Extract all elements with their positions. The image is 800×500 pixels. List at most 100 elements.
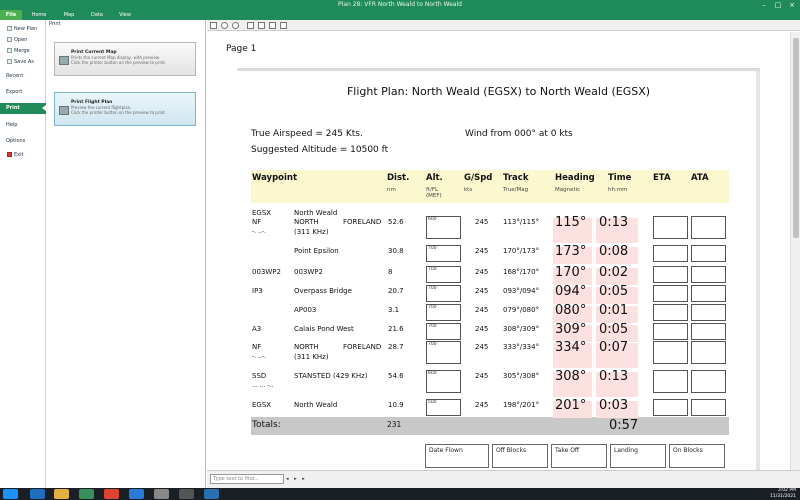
exit-icon <box>7 152 12 157</box>
eta-input-box[interactable] <box>653 341 688 364</box>
col-alt-unit: ft/FL (MEF) <box>426 187 442 199</box>
ie-icon[interactable] <box>30 489 45 499</box>
altitude-input-box[interactable]: 700 <box>426 304 461 321</box>
eta-input-box[interactable] <box>653 370 688 393</box>
time-value: 0:07 <box>599 340 629 355</box>
app-icon[interactable] <box>154 489 169 499</box>
waypoint-id: IP3 <box>252 287 263 295</box>
four-pages-icon[interactable] <box>269 22 276 29</box>
tab-home[interactable]: Home <box>28 10 50 20</box>
close-icon[interactable]: × <box>785 0 799 10</box>
eta-input-box[interactable] <box>653 216 688 239</box>
tab-file[interactable]: File <box>0 10 22 20</box>
sidebar-item-merge[interactable]: Merge <box>0 46 46 57</box>
altitude-input-box[interactable]: 700 <box>426 341 461 364</box>
scrollbar-thumb[interactable] <box>793 38 799 238</box>
groundspeed-value: 245 <box>475 306 489 314</box>
find-navigation-buttons[interactable]: ◂ ▸ ▸ <box>286 474 307 484</box>
altitude-input-box[interactable]: 600 <box>426 216 461 239</box>
waypoint-id: NF <box>252 343 262 351</box>
altitude-input-box[interactable]: 700 <box>426 266 461 283</box>
print-current-map-button[interactable]: Print Current Map Prints the current Map… <box>54 42 196 76</box>
preview-toolbar <box>207 20 800 31</box>
col-time: Time <box>608 173 632 183</box>
tab-view[interactable]: View <box>114 10 136 20</box>
single-page-icon[interactable] <box>247 22 254 29</box>
vertical-scrollbar[interactable] <box>790 32 800 470</box>
heading-value: 201° <box>555 398 587 413</box>
time-value: 0:08 <box>599 244 629 259</box>
sidebar-item-export[interactable]: Export <box>0 87 46 98</box>
tab-data[interactable]: Data <box>86 10 108 20</box>
take-off-box: Take Off <box>551 444 607 468</box>
eta-input-box[interactable] <box>653 323 688 340</box>
eta-input-box[interactable] <box>653 266 688 283</box>
print-panel-heading: Print <box>49 21 61 27</box>
zoom-out-icon[interactable] <box>232 22 239 29</box>
col-track: Track <box>503 173 529 183</box>
zoom-in-icon[interactable] <box>221 22 228 29</box>
heading-value: 080° <box>555 303 587 318</box>
app-icon[interactable] <box>179 489 194 499</box>
sidebar-item-print[interactable]: Print <box>0 103 46 114</box>
waypoint-name: North Weald <box>294 401 338 409</box>
waypoint-id: EGSX <box>252 401 272 409</box>
totals-distance: 231 <box>387 420 402 429</box>
merge-icon <box>7 48 12 53</box>
print-current-map-description: Prints the current Map display, with pre… <box>71 55 166 65</box>
two-pages-icon[interactable] <box>258 22 265 29</box>
eta-input-box[interactable] <box>653 304 688 321</box>
minimize-icon[interactable]: – <box>757 0 771 10</box>
origin-id: EGSX <box>252 209 272 217</box>
waypoint-name: Point Epsilon <box>294 247 339 255</box>
ata-input-box[interactable] <box>691 370 726 393</box>
waypoint-name: AP003 <box>294 306 317 314</box>
waypoint-name: NORTH <box>294 218 319 226</box>
altitude-value: 500 <box>428 400 437 405</box>
altitude-input-box[interactable]: 700 <box>426 285 461 302</box>
page-label: Page 1 <box>226 44 257 54</box>
sidebar-item-help[interactable]: Help <box>0 120 46 131</box>
time-value: 0:13 <box>599 215 629 230</box>
app-icon[interactable] <box>204 489 219 499</box>
sidebar-item-save-as[interactable]: Save As <box>0 57 46 68</box>
print-flight-plan-button[interactable]: Print Flight Plan Preview the current fl… <box>54 92 196 126</box>
eta-input-box[interactable] <box>653 245 688 262</box>
ata-input-box[interactable] <box>691 245 726 262</box>
ata-input-box[interactable] <box>691 266 726 283</box>
app-icon[interactable] <box>79 489 94 499</box>
sidebar-item-options[interactable]: Options <box>0 136 46 147</box>
printer-icon[interactable] <box>210 22 217 29</box>
waypoint-distance: 21.6 <box>388 325 404 333</box>
eta-input-box[interactable] <box>653 285 688 302</box>
file-explorer-icon[interactable] <box>54 489 69 499</box>
page-setup-icon[interactable] <box>280 22 287 29</box>
sidebar-item-recent[interactable]: Recent <box>0 71 46 82</box>
origin-name: North Weald <box>294 209 338 217</box>
altitude-input-box[interactable]: 700 <box>426 245 461 262</box>
chrome-icon[interactable] <box>104 489 119 499</box>
col-eta: ETA <box>653 173 671 183</box>
system-clock[interactable]: 3:02 PM 11/31/2021 <box>770 488 796 500</box>
eta-input-box[interactable] <box>653 399 688 416</box>
sidebar-item-open[interactable]: Open <box>0 35 46 46</box>
tab-map[interactable]: Map <box>58 10 80 20</box>
ata-input-box[interactable] <box>691 285 726 302</box>
sidebar-item-new-plan[interactable]: New Plan <box>0 24 46 35</box>
altitude-input-box[interactable]: 700 <box>426 323 461 340</box>
col-gspd: G/Spd <box>464 173 493 183</box>
heading-value: 334° <box>555 340 587 355</box>
sidebar-item-exit[interactable]: Exit <box>0 150 46 161</box>
ata-input-box[interactable] <box>691 341 726 364</box>
altitude-value: 600 <box>428 217 437 222</box>
ata-input-box[interactable] <box>691 304 726 321</box>
ata-input-box[interactable] <box>691 323 726 340</box>
ata-input-box[interactable] <box>691 216 726 239</box>
app-icon[interactable] <box>129 489 144 499</box>
ata-input-box[interactable] <box>691 399 726 416</box>
altitude-input-box[interactable]: 500 <box>426 399 461 416</box>
altitude-input-box[interactable]: 600 <box>426 370 461 393</box>
windows-start-icon[interactable] <box>3 489 18 499</box>
maximize-icon[interactable]: □ <box>771 0 785 10</box>
find-text-input[interactable]: Type text to find... <box>210 474 284 484</box>
